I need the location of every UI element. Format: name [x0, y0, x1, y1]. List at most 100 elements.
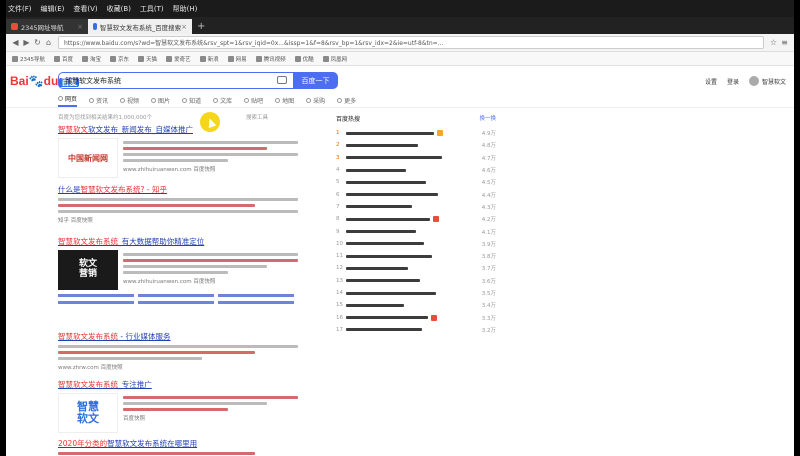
hot-search-item[interactable]: 11 3.8万 [336, 250, 496, 262]
result-source[interactable]: www.zhihuiruanwen.com 百度快照 [123, 277, 298, 285]
result-title-link[interactable]: 智慧软文软文发布_新闻发布_自媒体推广 [58, 124, 298, 135]
bookmark-item[interactable]: 天猫 [138, 55, 157, 63]
sublink[interactable] [58, 294, 134, 297]
bookmark-item[interactable]: 新浪 [199, 55, 219, 63]
hot-item-title[interactable] [346, 291, 436, 295]
hot-search-item[interactable]: 9 4.1万 [336, 225, 496, 237]
hot-search-item[interactable]: 15 3.4万 [336, 299, 496, 311]
sublink[interactable] [218, 301, 294, 304]
bookmark-item[interactable]: 淘宝 [82, 55, 101, 63]
hot-item-title[interactable] [346, 230, 416, 234]
bookmark-item[interactable]: 优酷 [294, 55, 314, 63]
result-title-link[interactable]: 智慧软文发布系统_有大数据帮助你精准定位 [58, 236, 298, 247]
menu-edit[interactable]: 编辑(E) [41, 4, 65, 14]
camera-icon[interactable] [277, 76, 287, 84]
sublink[interactable] [58, 301, 134, 304]
bookmark-item[interactable]: 凤凰网 [322, 55, 347, 63]
tab-wenku[interactable]: 文库 [213, 94, 232, 107]
hot-search-item[interactable]: 4 4.6万 [336, 164, 496, 176]
hot-item-title[interactable] [346, 242, 424, 246]
back-icon[interactable]: ◀ [10, 38, 21, 47]
menu-favorites[interactable]: 收藏(B) [107, 4, 131, 14]
result-title-link[interactable]: 智慧软文发布系统_专注推广 [58, 379, 298, 390]
search-input[interactable]: 智慧软文发布系统 [58, 72, 293, 89]
result-thumbnail[interactable]: 中国新闻网 [58, 138, 118, 178]
tab-tieba[interactable]: 贴吧 [244, 94, 263, 107]
tab-baidu-search[interactable]: 智慧软文发布系统_百度搜索 × [88, 19, 192, 34]
bookmark-item[interactable]: 爱奇艺 [166, 55, 191, 63]
url-field[interactable]: https://www.baidu.com/s?wd=智慧软文发布系统&rsv_… [58, 36, 764, 49]
hot-search-item[interactable]: 12 3.7万 [336, 262, 496, 274]
tab-video[interactable]: 视频 [120, 94, 139, 107]
result-source[interactable]: www.zhrw.com 百度快照 [58, 363, 298, 371]
bookmark-item[interactable]: 京东 [110, 55, 129, 63]
hot-item-title[interactable] [346, 180, 426, 184]
menu-view[interactable]: 查看(V) [73, 4, 97, 14]
star-icon[interactable]: ☆ [768, 38, 779, 47]
result-title-link[interactable]: 智慧软文发布系统 - 行业媒体服务 [58, 331, 298, 342]
refresh-button[interactable]: 换一换 [479, 114, 496, 123]
hot-item-title[interactable] [346, 279, 420, 283]
result-source[interactable]: 百度快照 [123, 414, 298, 422]
hot-search-item[interactable]: 14 3.5万 [336, 287, 496, 299]
hot-item-title[interactable] [346, 193, 438, 197]
result-title-link[interactable]: 2020年分类的智慧软文发布系统在哪里用 [58, 438, 298, 449]
hot-item-title[interactable] [346, 205, 412, 209]
result-title-link[interactable]: 什么是智慧软文发布系统? - 知乎 [58, 184, 298, 195]
hot-item-title[interactable] [346, 254, 432, 258]
login-link[interactable]: 登录 [727, 77, 739, 86]
refresh-icon[interactable]: ↻ [32, 38, 43, 47]
sublink[interactable] [218, 294, 294, 297]
tab-2345[interactable]: 2345网址导航 × [6, 19, 88, 34]
hot-search-item[interactable]: 7 4.3万 [336, 201, 496, 213]
hot-search-item[interactable]: 16 3.3万 [336, 311, 496, 323]
hot-search-item[interactable]: 17 3.2万 [336, 324, 496, 336]
home-icon[interactable]: ⌂ [43, 38, 54, 47]
settings-link[interactable]: 设置 [705, 77, 717, 86]
tab-images[interactable]: 图片 [151, 94, 170, 107]
hot-search-item[interactable]: 1 4.9万 [336, 127, 496, 139]
menu-help[interactable]: 帮助(H) [173, 4, 198, 14]
hot-item-title[interactable] [346, 266, 408, 270]
hot-item-title[interactable] [346, 316, 428, 320]
sublink[interactable] [138, 294, 214, 297]
close-icon[interactable]: × [181, 23, 187, 31]
bookmark-item[interactable]: 网易 [227, 55, 247, 63]
sublink[interactable] [138, 301, 214, 304]
hot-search-item[interactable]: 10 3.9万 [336, 238, 496, 250]
tab-news[interactable]: 资讯 [89, 94, 108, 107]
hot-item-title[interactable] [346, 303, 404, 307]
hot-search-item[interactable]: 5 4.5万 [336, 176, 496, 188]
search-tools-button[interactable]: 搜索工具 [246, 113, 268, 121]
hot-search-item[interactable]: 6 4.4万 [336, 188, 496, 200]
hot-item-title[interactable] [346, 168, 406, 172]
hot-search-item[interactable]: 13 3.6万 [336, 275, 496, 287]
result-source[interactable]: www.zhihuiruanwen.com 百度快照 [123, 165, 298, 173]
tab-more[interactable]: 更多 [337, 94, 356, 107]
avatar[interactable] [748, 76, 759, 86]
close-icon[interactable]: × [77, 23, 83, 31]
menu-file[interactable]: 文件(F) [8, 4, 32, 14]
menu-tools[interactable]: 工具(T) [140, 4, 164, 14]
result-thumbnail[interactable]: 智慧 软文 [58, 393, 118, 433]
hot-search-item[interactable]: 2 4.8万 [336, 139, 496, 151]
hot-item-title[interactable] [346, 131, 434, 135]
hot-item-title[interactable] [346, 143, 418, 147]
bookmark-item[interactable]: 百度 [54, 55, 73, 63]
tab-map[interactable]: 地图 [275, 94, 294, 107]
tab-zhidao[interactable]: 知道 [182, 94, 201, 107]
bookmark-item[interactable]: 腾讯视频 [255, 55, 286, 63]
search-button[interactable]: 百度一下 [293, 72, 338, 89]
result-source[interactable]: 知乎 百度快照 [58, 216, 298, 224]
tab-purchase[interactable]: 采购 [306, 94, 325, 107]
forward-icon[interactable]: ▶ [21, 38, 32, 47]
hot-item-title[interactable] [346, 156, 442, 160]
username[interactable]: 智慧软文 [762, 77, 786, 86]
new-tab-button[interactable]: + [192, 21, 210, 34]
tab-web[interactable]: 网页 [58, 94, 78, 107]
bookmark-item[interactable]: 2345导航 [12, 55, 45, 63]
result-thumbnail[interactable]: 软文 营销 [58, 250, 118, 290]
hot-search-item[interactable]: 3 4.7万 [336, 152, 496, 164]
hot-item-title[interactable] [346, 328, 422, 332]
hot-search-item[interactable]: 8 4.2万 [336, 213, 496, 225]
